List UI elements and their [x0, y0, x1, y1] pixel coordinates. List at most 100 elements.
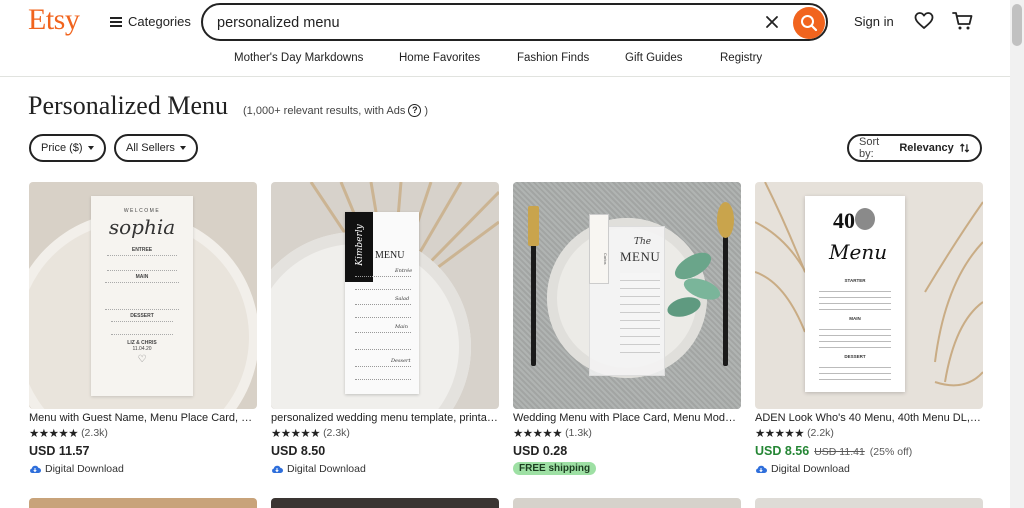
- download-label: Digital Download: [45, 463, 124, 475]
- next-row-product-image[interactable]: [29, 498, 257, 508]
- product-image[interactable]: WELCOME sophia ENTREE MAIN DESSERT LIZ &…: [29, 182, 257, 409]
- product-image[interactable]: 40 Menu STARTER MAIN DESSERT: [755, 182, 983, 409]
- page-scrollbar[interactable]: [1010, 0, 1024, 508]
- text-lines: [620, 273, 660, 353]
- price-row: USD 8.50: [271, 444, 499, 458]
- clear-icon[interactable]: [761, 11, 783, 33]
- nav-home-favorites[interactable]: Home Favorites: [399, 52, 480, 64]
- sellers-filter-button[interactable]: All Sellers: [114, 134, 198, 162]
- spoon-head: [717, 202, 734, 238]
- product-sale-price: USD 8.56: [755, 444, 810, 458]
- text-lines: [355, 332, 411, 350]
- product-card[interactable]: Kimberly MENU Entrée Salad Main Dessert …: [271, 182, 499, 475]
- product-rating: ★★★★★ (2.3k): [271, 427, 499, 440]
- product-price: USD 0.28: [513, 444, 568, 458]
- product-title[interactable]: personalized wedding menu template, prin…: [271, 412, 499, 424]
- free-shipping-badge: FREE shipping: [513, 462, 597, 475]
- next-row-product-image[interactable]: [513, 498, 741, 508]
- menu-card-illustration: Kimberly MENU Entrée Salad Main Dessert: [345, 212, 419, 394]
- nav-registry[interactable]: Registry: [720, 52, 762, 64]
- nav-fashion-finds[interactable]: Fashion Finds: [517, 52, 589, 64]
- product-rating: ★★★★★ (1.3k): [513, 427, 741, 440]
- review-count: (2.3k): [323, 427, 350, 439]
- image-text: Salad: [395, 296, 410, 302]
- search-button[interactable]: [793, 7, 825, 39]
- image-text: Entrée: [395, 268, 413, 274]
- fork-head: [528, 206, 539, 246]
- nav-gift-guides[interactable]: Gift Guides: [625, 52, 683, 64]
- download-label: Digital Download: [771, 463, 850, 475]
- caret-down-icon: [87, 146, 94, 150]
- image-text: sophia: [108, 215, 176, 239]
- cart-icon[interactable]: [952, 11, 974, 31]
- sort-prefix: Sort by:: [859, 136, 880, 160]
- product-price: USD 11.57: [29, 444, 90, 458]
- menu-card-illustration: WELCOME sophia ENTREE MAIN DESSERT LIZ &…: [91, 196, 193, 396]
- text-lines: [819, 362, 891, 382]
- favorites-heart-icon[interactable]: [914, 11, 934, 31]
- image-text: ENTREE: [131, 247, 153, 253]
- cloud-download-icon: [272, 465, 283, 473]
- nav-mothers-day-markdowns[interactable]: Mother's Day Markdowns: [234, 52, 363, 64]
- caret-down-icon: [179, 146, 186, 150]
- text-lines: [111, 321, 173, 335]
- review-count: (1.3k): [565, 427, 592, 439]
- price-filter-button[interactable]: Price ($): [29, 134, 106, 162]
- etsy-logo[interactable]: Etsy: [28, 3, 80, 37]
- image-text: The: [634, 237, 652, 247]
- site-header: Etsy Categories Sign in: [0, 0, 1010, 44]
- results-text: (1,000+ relevant results, with Ads: [243, 104, 406, 117]
- product-image[interactable]: The MENU Carlos: [513, 182, 741, 409]
- sellers-filter-label: All Sellers: [126, 142, 175, 154]
- page-title: Personalized Menu: [28, 91, 229, 120]
- product-rating: ★★★★★ (2.2k): [755, 427, 983, 440]
- image-text: 40: [833, 208, 855, 233]
- image-text: DESSERT: [130, 313, 154, 319]
- scrollbar-thumb[interactable]: [1012, 4, 1022, 46]
- search-icon: [801, 15, 818, 32]
- product-title[interactable]: Wedding Menu with Place Card, Menu Moder…: [513, 412, 741, 424]
- place-card-tag: Carlos: [589, 214, 609, 284]
- download-label: Digital Download: [287, 463, 366, 475]
- original-price: USD 11.41: [814, 446, 865, 458]
- star-rating-icon: ★★★★★: [271, 428, 321, 440]
- sort-value: Relevancy: [899, 142, 954, 154]
- product-title[interactable]: Menu with Guest Name, Menu Place Card, W…: [29, 412, 257, 424]
- header-divider: [0, 76, 1010, 77]
- results-count: (1,000+ relevant results, with Ads ? ): [243, 104, 428, 117]
- image-text: MENU: [620, 249, 661, 264]
- next-row-product-image[interactable]: [755, 498, 983, 508]
- image-text: Menu: [829, 240, 888, 264]
- text-lines: [105, 282, 179, 310]
- image-text: Main: [395, 324, 408, 330]
- product-image[interactable]: Kimberly MENU Entrée Salad Main Dessert: [271, 182, 499, 409]
- product-title[interactable]: ADEN Look Who's 40 Menu, 40th Menu DL, B…: [755, 412, 983, 424]
- star-rating-icon: ★★★★★: [755, 428, 805, 440]
- product-card[interactable]: WELCOME sophia ENTREE MAIN DESSERT LIZ &…: [29, 182, 257, 475]
- child-photo: [855, 208, 875, 230]
- product-card[interactable]: 40 Menu STARTER MAIN DESSERT ADEN Look W…: [755, 182, 983, 475]
- star-rating-icon: ★★★★★: [29, 428, 79, 440]
- results-close-paren: ): [424, 104, 429, 117]
- image-text: STARTER: [844, 278, 866, 283]
- image-text: MAIN: [849, 316, 861, 321]
- text-lines: [819, 324, 891, 348]
- image-text: WELCOME: [123, 208, 161, 214]
- categories-button[interactable]: Categories: [110, 14, 191, 29]
- cloud-download-icon: [30, 465, 41, 473]
- product-rating: ★★★★★ (2.3k): [29, 427, 257, 440]
- next-row-product-image[interactable]: [271, 498, 499, 508]
- sort-button[interactable]: Sort by: Relevancy: [847, 134, 982, 162]
- digital-download-tag: Digital Download: [29, 463, 257, 475]
- info-icon[interactable]: ?: [408, 104, 422, 117]
- text-lines: [355, 304, 411, 318]
- sort-arrows-icon: [959, 143, 970, 153]
- text-lines: [819, 286, 891, 310]
- heart-doodle-icon: ♡: [137, 354, 147, 365]
- search-input[interactable]: [217, 13, 737, 33]
- product-card[interactable]: The MENU Carlos Wedding Menu with Place …: [513, 182, 741, 476]
- text-lines: [355, 366, 411, 380]
- price-row: USD 0.28: [513, 444, 741, 458]
- sign-in-link[interactable]: Sign in: [854, 14, 894, 29]
- image-text: Dessert: [391, 358, 411, 364]
